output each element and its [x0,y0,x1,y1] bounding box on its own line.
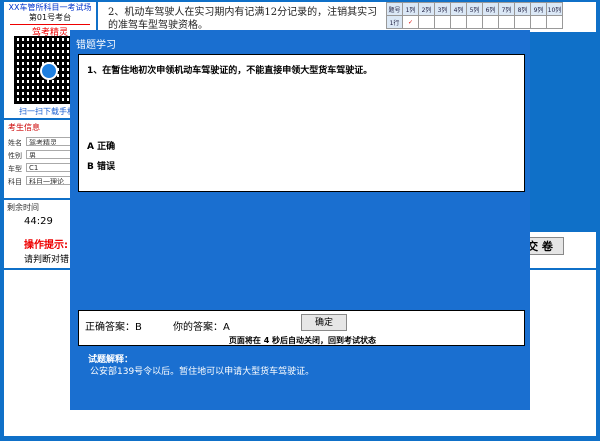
grid-cell[interactable] [498,15,515,29]
explanation-text: 公安部139号令以后。暂住地可以申请大型货车驾驶证。 [90,367,315,377]
answer-grid-table: 题号 1列 2列 3列 4列 5列 6列 7列 8列 9列 10列 1行 ✓ [386,2,563,29]
field-label: 性别 [8,152,22,160]
grid-header: 9列 [530,2,547,16]
question-text: 2、机动车驾驶人在实习期内有记满12分记录的，注销其实习的准驾车型驾驶资格。 [108,7,378,31]
your-answer: 你的答案：A [173,322,230,333]
grid-header: 题号 [386,2,403,16]
field-label: 姓名 [8,139,22,147]
grid-cell[interactable] [466,15,483,29]
field-value-vehicle-type: C1 [26,163,74,172]
grid-cell[interactable] [450,15,467,29]
grid-header: 7列 [498,2,515,16]
timer-label: 剩余时间 [7,203,39,212]
grid-header: 5列 [466,2,483,16]
grid-cell[interactable] [418,15,435,29]
candidate-info-title: 考生信息 [8,123,40,132]
answer-grid: 题号 1列 2列 3列 4列 5列 6列 7列 8列 9列 10列 1行 ✓ [386,2,596,32]
grid-header: 3列 [434,2,451,16]
app-logo-icon [40,62,58,80]
grid-row-label: 1行 [386,15,403,29]
grid-header: 8列 [514,2,531,16]
grid-cell[interactable] [530,15,547,29]
hint-title: 操作提示: [24,240,68,251]
hint-text: 请判断对错! [24,255,73,265]
grid-cell[interactable] [482,15,499,29]
candidate-info-panel: 考生信息 姓名 驾考精灵 性别 男 车型 C1 科目 科目一理论 [4,120,74,198]
answer-result-panel: 正确答案：B 你的答案：A 确定 页面将在 4 秒后自动关闭，回到考试状态 [78,310,525,346]
wrong-question-dialog: 错题学习 1、在暂住地初次申领机动车驾驶证的，不能直接申领大型货车驾驶证。 A … [70,30,530,410]
grid-cell[interactable] [434,15,451,29]
auto-close-note: 页面将在 4 秒后自动关闭，回到考试状态 [228,336,377,345]
field-value-subject: 科目一理论 [26,176,74,185]
grid-header: 6列 [482,2,499,16]
grid-header: 2列 [418,2,435,16]
grid-cell-answered[interactable]: ✓ [402,15,419,29]
grid-header: 10列 [546,2,563,16]
timer-value: 44:29 [24,216,53,227]
dialog-question-text: 1、在暂住地初次申领机动车驾驶证的，不能直接申领大型货车驾驶证。 [87,66,373,76]
dialog-title: 错题学习 [76,40,116,51]
grid-cell[interactable] [546,15,563,29]
field-value-gender: 男 [26,150,74,159]
option-a: A 正确 [87,142,116,152]
correct-answer: 正确答案：B [85,322,142,333]
seat-number: 第01号考台 [28,13,72,22]
field-label: 车型 [8,165,22,173]
field-value-name: 驾考精灵 [26,137,74,146]
timer-panel: 剩余时间 44:29 [4,200,70,232]
confirm-button[interactable]: 确定 [301,314,347,331]
question-panel: 2、机动车驾驶人在实习期内有记满12分记录的，注销其实习的准驾车型驾驶资格。 [98,2,388,32]
field-label: 科目 [8,178,22,186]
option-b: B 错误 [87,162,115,172]
grid-header: 4列 [450,2,467,16]
dialog-question-panel: 1、在暂住地初次申领机动车驾驶证的，不能直接申领大型货车驾驶证。 A 正确 B … [78,54,525,192]
grid-cell[interactable] [514,15,531,29]
grid-header: 1列 [402,2,419,16]
